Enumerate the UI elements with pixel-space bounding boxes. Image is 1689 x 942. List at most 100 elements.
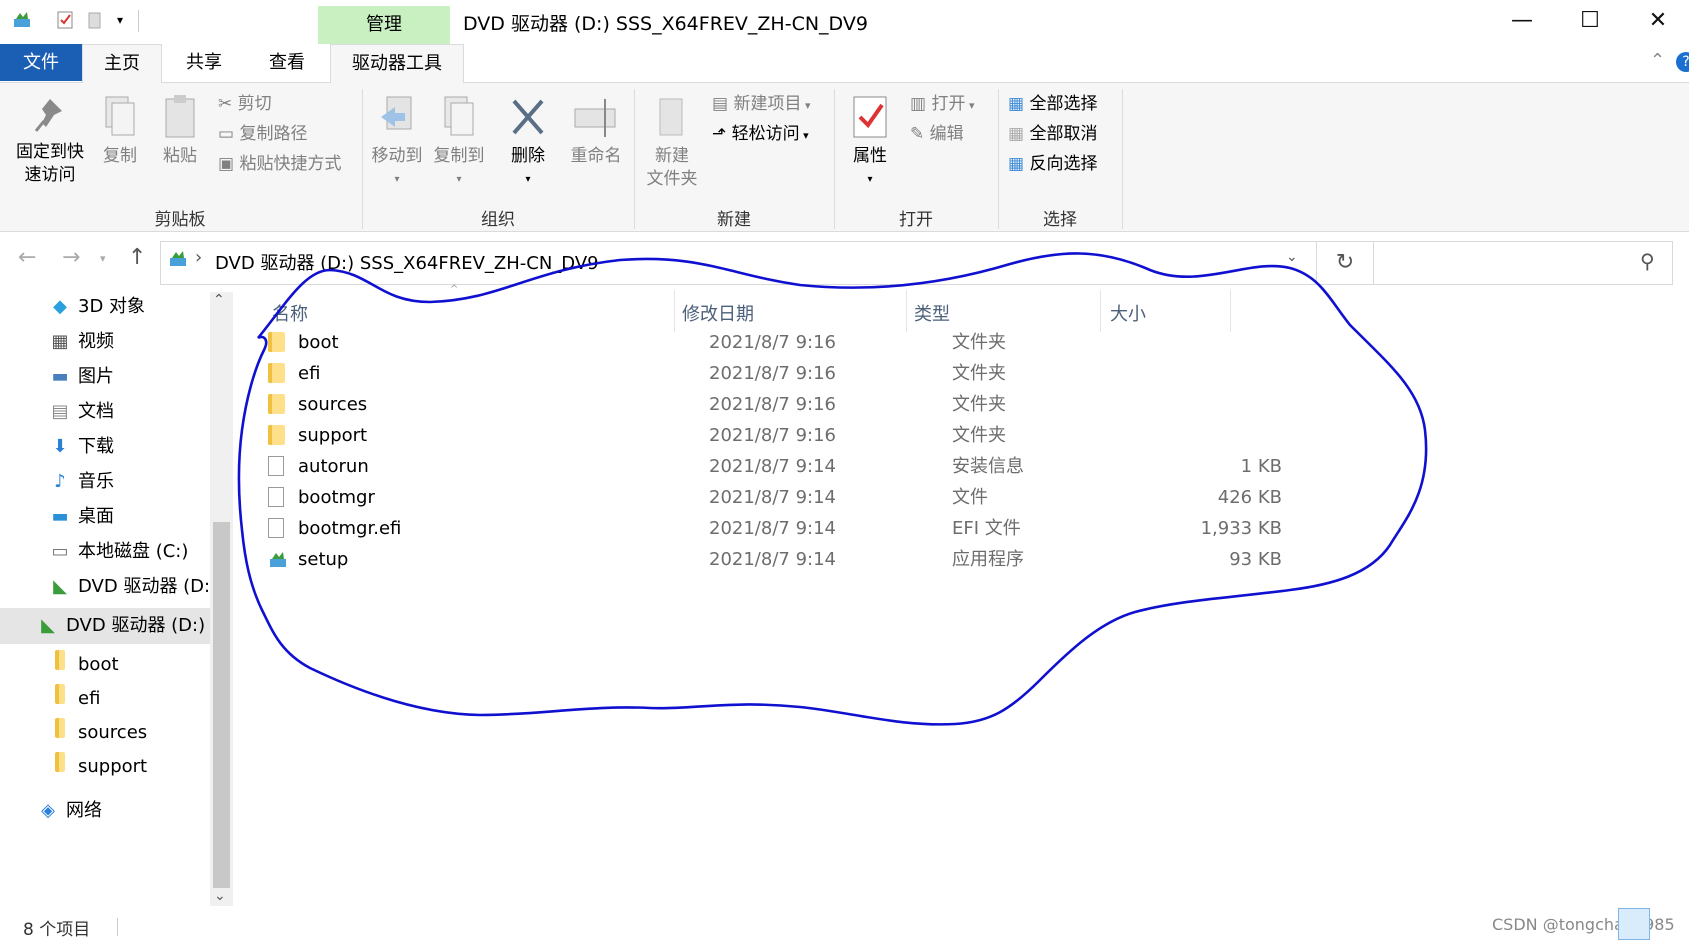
cut-button[interactable]: ✂ 剪切 (218, 93, 272, 115)
file-row[interactable]: bootmgr.efi 2021/8/7 9:14 EFI 文件 1,933 K… (262, 513, 1282, 545)
context-tab-manage[interactable]: 管理 (318, 6, 450, 44)
dropdown-arrow-icon: ▾ (867, 174, 873, 185)
invert-selection-button[interactable]: ▦ 反向选择 (1008, 153, 1097, 175)
rename-button[interactable]: 重命名 (566, 95, 626, 168)
recent-locations-icon[interactable]: ▾ (100, 252, 106, 265)
select-all-button[interactable]: ▦ 全部选择 (1008, 93, 1097, 115)
file-type: 安装信息 (952, 456, 1024, 477)
file-row[interactable]: efi 2021/8/7 9:16 文件夹 (262, 358, 1282, 390)
ribbon: 固定到快 速访问 复制 粘贴 ✂ 剪切 ▭ 复制路径 ▣ 粘贴快捷方式 剪贴板 … (0, 83, 1689, 232)
properties-quick-icon[interactable] (55, 10, 75, 30)
group-label-organize: 组织 (481, 210, 515, 230)
scroll-up-icon[interactable]: ⌃ (213, 292, 225, 308)
edit-label: 编辑 (929, 124, 964, 144)
breadcrumb-path[interactable]: DVD 驱动器 (D:) SSS_X64FREV_ZH-CN_DV9 (215, 249, 599, 275)
paste-label: 粘贴 (163, 146, 197, 166)
column-header-size[interactable]: 大小 (1110, 300, 1146, 326)
move-to-button[interactable]: 移动到 ▾ (370, 95, 424, 191)
details-view-button[interactable] (1618, 908, 1650, 940)
file-row[interactable]: setup 2021/8/7 9:14 应用程序 93 KB (262, 544, 1282, 576)
column-divider[interactable] (1230, 290, 1231, 332)
new-item-button[interactable]: ▤ 新建项目 ▾ (712, 93, 811, 117)
copy-path-button[interactable]: ▭ 复制路径 (218, 123, 307, 145)
search-input[interactable] (1373, 241, 1673, 285)
setup-app-icon (268, 549, 288, 581)
rename-icon (574, 99, 616, 137)
tab-file[interactable]: 文件 (0, 44, 82, 81)
file-row[interactable]: bootmgr 2021/8/7 9:14 文件 426 KB (262, 482, 1282, 514)
video-icon: ▦ (51, 331, 69, 352)
tab-home[interactable]: 主页 (82, 44, 162, 83)
close-button[interactable]: ✕ (1624, 0, 1689, 42)
dropdown-arrow-icon: ▾ (801, 99, 811, 112)
scroll-down-icon[interactable]: ⌄ (214, 888, 226, 904)
nav-label: DVD 驱动器 (D:) (78, 576, 210, 597)
copy-to-button[interactable]: 复制到 ▾ (432, 95, 486, 191)
scrollbar-thumb[interactable] (213, 522, 230, 888)
up-button[interactable]: ↑ (128, 245, 146, 270)
file-type: 文件 (952, 487, 988, 508)
tab-view[interactable]: 查看 (248, 44, 326, 81)
properties-button[interactable]: 属性 ▾ (846, 95, 894, 191)
paste-shortcut-button[interactable]: ▣ 粘贴快捷方式 (218, 153, 341, 175)
search-icon: ⚲ (1640, 249, 1655, 273)
file-name: bootmgr.efi (298, 518, 402, 539)
edit-button[interactable]: ✎ 编辑 (910, 123, 964, 145)
ribbon-separator (1122, 89, 1123, 229)
select-none-button[interactable]: ▦ 全部取消 (1008, 123, 1097, 145)
invert-selection-icon: ▦ (1008, 154, 1030, 174)
forward-button[interactable]: → (62, 245, 80, 270)
status-item-count: 8 个项目 (23, 920, 91, 940)
file-row[interactable]: sources 2021/8/7 9:16 文件夹 (262, 389, 1282, 421)
file-name: support (298, 425, 368, 446)
column-divider[interactable] (674, 290, 675, 332)
dropdown-arrow-icon: ▾ (799, 129, 809, 142)
breadcrumb-chevron-icon: › (195, 247, 203, 268)
new-folder-quick-icon[interactable] (85, 10, 105, 30)
address-dropdown-icon[interactable]: ⌄ (1286, 249, 1298, 265)
tab-drive-tools[interactable]: 驱动器工具 (330, 44, 464, 83)
pin-quick-access-button[interactable]: 固定到快 速访问 (10, 95, 90, 187)
column-header-name[interactable]: 名称 (272, 300, 308, 326)
column-header-date[interactable]: 修改日期 (682, 300, 754, 326)
delete-x-icon (512, 99, 544, 135)
column-divider[interactable] (906, 290, 907, 332)
paste-button[interactable]: 粘贴 (158, 95, 202, 168)
pin-label-line1: 固定到快 (16, 142, 84, 162)
file-type: 文件夹 (952, 425, 1006, 446)
easy-access-button[interactable]: ⬏ 轻松访问 ▾ (712, 123, 809, 147)
folder-icon (48, 716, 72, 750)
copy-button[interactable]: 复制 (98, 95, 142, 168)
documents-icon: ▤ (51, 401, 69, 422)
refresh-button[interactable]: ↻ (1316, 241, 1374, 285)
nav-item-dvd-drive[interactable]: ◣ DVD 驱动器 (D:) (48, 570, 210, 604)
large-icons-view-button[interactable] (1652, 908, 1682, 938)
column-divider[interactable] (1100, 290, 1101, 332)
select-none-label: 全部取消 (1029, 124, 1098, 144)
collapse-ribbon-icon[interactable]: ⌃ (1650, 50, 1665, 71)
file-date: 2021/8/7 9:16 (709, 363, 836, 384)
new-folder-button[interactable]: 新建 文件夹 (642, 95, 702, 191)
delete-button[interactable]: 删除 ▾ (504, 95, 552, 191)
music-icon: ♪ (54, 471, 66, 492)
tab-share[interactable]: 共享 (165, 44, 243, 81)
customize-quick-access-icon[interactable]: ▾ (110, 10, 130, 30)
column-header-type[interactable]: 类型 (914, 300, 950, 326)
file-row[interactable]: autorun 2021/8/7 9:14 安装信息 1 KB (262, 451, 1282, 483)
file-row[interactable]: support 2021/8/7 9:16 文件夹 (262, 420, 1282, 452)
dvd-icon: ◣ (53, 576, 67, 597)
file-row[interactable]: boot 2021/8/7 9:16 文件夹 (262, 327, 1282, 359)
file-date: 2021/8/7 9:14 (709, 456, 836, 477)
help-icon[interactable]: ? (1676, 52, 1689, 72)
maximize-button[interactable]: ☐ (1556, 0, 1624, 42)
nav-item-dvd-drive-selected[interactable]: ◣ DVD 驱动器 (D:) S (0, 608, 210, 644)
copy-to-label: 复制到 (433, 146, 485, 166)
folder-icon (48, 750, 72, 784)
minimize-button[interactable]: — (1488, 0, 1556, 42)
file-date: 2021/8/7 9:14 (709, 518, 836, 539)
back-button[interactable]: ← (18, 245, 36, 270)
rename-label: 重命名 (570, 146, 622, 166)
sort-ascending-icon: ^ (450, 284, 459, 295)
open-button[interactable]: ▥ 打开 ▾ (910, 93, 975, 117)
file-name: autorun (298, 456, 369, 477)
